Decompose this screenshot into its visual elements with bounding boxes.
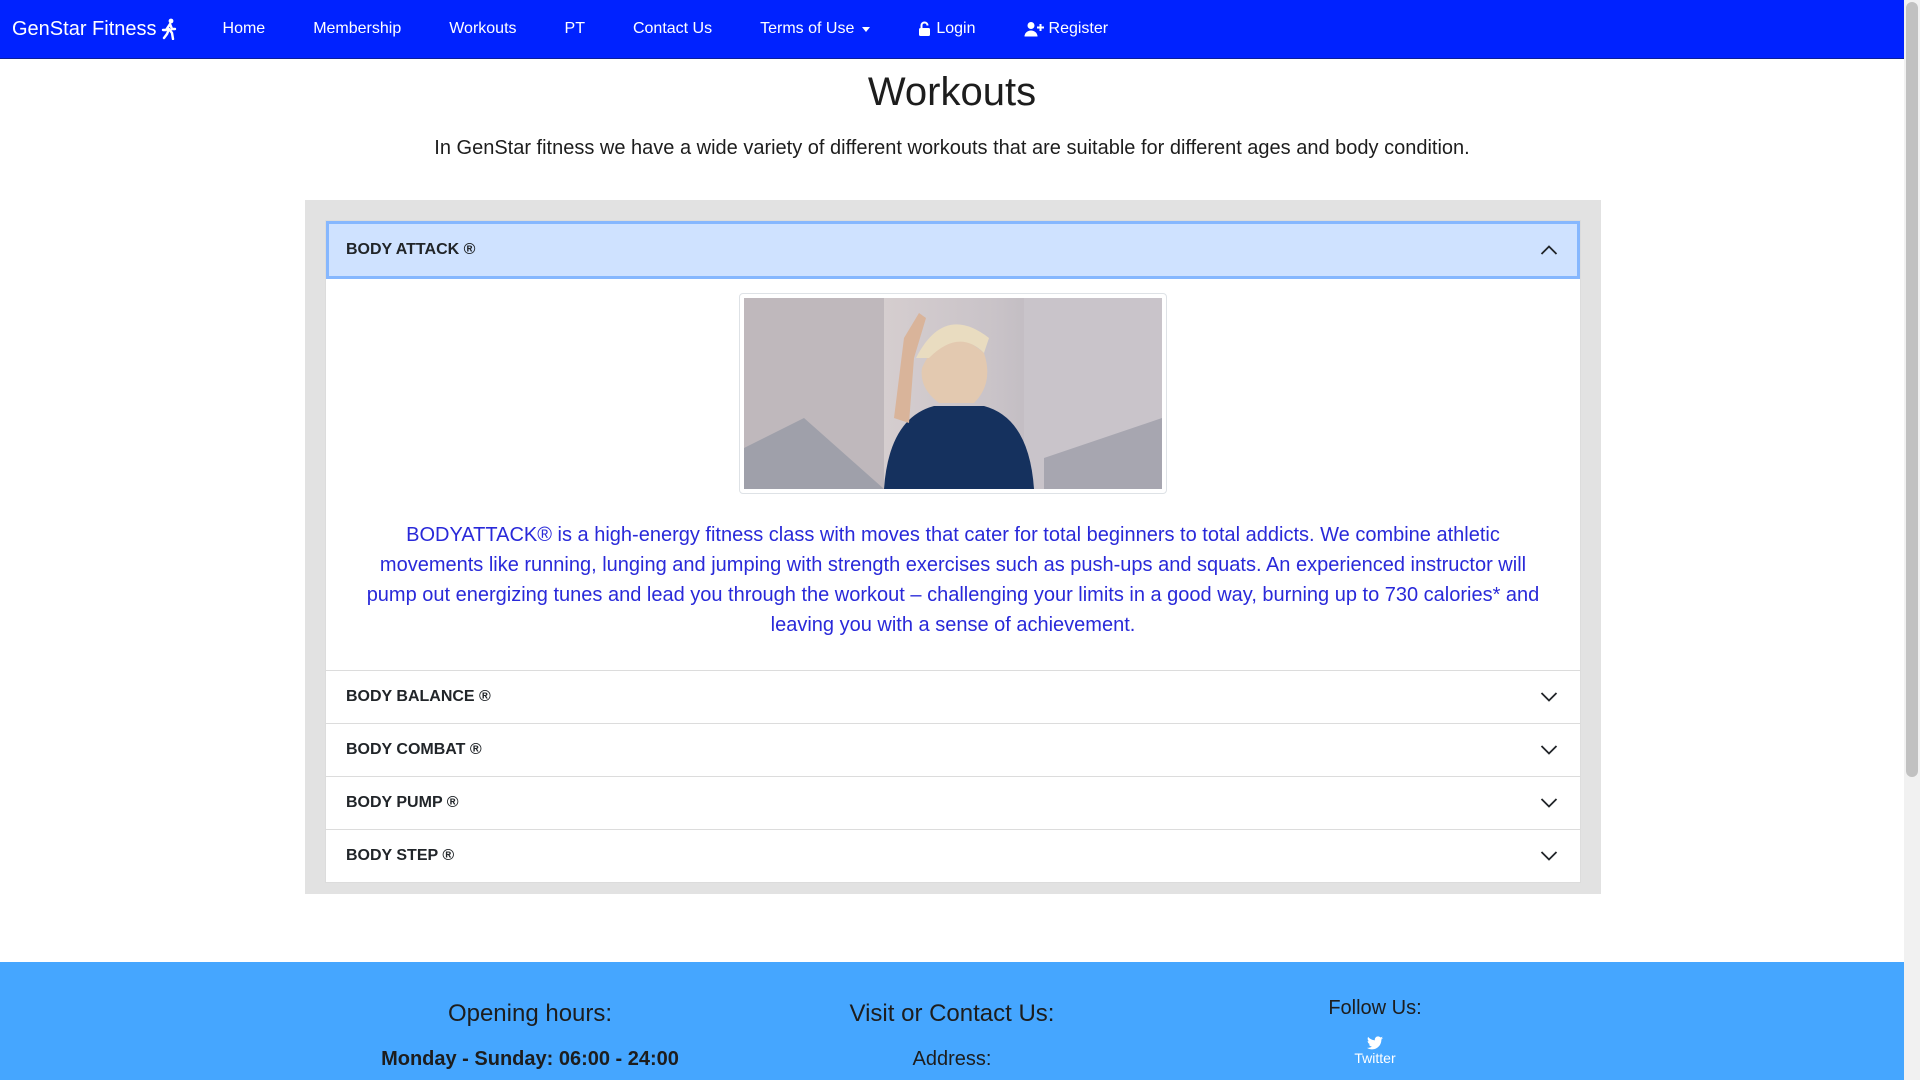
nav-membership[interactable]: Membership bbox=[313, 20, 401, 38]
nav-home-label: Home bbox=[222, 20, 266, 37]
brand-logo[interactable]: GenStar Fitness bbox=[12, 18, 177, 41]
accordion-header-body-balance[interactable]: BODY BALANCE ® bbox=[326, 671, 1580, 723]
nav-register[interactable]: Register bbox=[1024, 20, 1109, 38]
footer-follow: Follow Us: Twitter bbox=[1175, 997, 1575, 1066]
accordion-item-body-combat: BODY COMBAT ® bbox=[326, 724, 1580, 777]
footer-contact: Visit or Contact Us: Address: bbox=[752, 1000, 1152, 1071]
nav-workouts-label: Workouts bbox=[449, 20, 517, 37]
accordion-title: BODY COMBAT ® bbox=[346, 741, 482, 758]
twitter-label: Twitter bbox=[1354, 1050, 1396, 1066]
accordion-header-body-combat[interactable]: BODY COMBAT ® bbox=[326, 724, 1580, 776]
chevron-down-icon bbox=[1540, 692, 1558, 702]
nav-workouts[interactable]: Workouts bbox=[449, 20, 516, 38]
opening-hours-value: Monday - Sunday: 06:00 - 24:00 bbox=[381, 1048, 679, 1070]
site-footer: Opening hours: Monday - Sunday: 06:00 - … bbox=[0, 962, 1904, 1080]
nav-contact-us[interactable]: Contact Us bbox=[633, 20, 712, 38]
workout-image-frame bbox=[739, 293, 1167, 494]
accordion-item-body-pump: BODY PUMP ® bbox=[326, 777, 1580, 830]
address-label: Address: bbox=[912, 1048, 992, 1070]
accordion-header-body-pump[interactable]: BODY PUMP ® bbox=[326, 777, 1580, 829]
accordion-item-body-attack: BODY ATTACK ® BODYATTACK® is a high-ener… bbox=[326, 221, 1580, 671]
workouts-accordion-container: BODY ATTACK ® BODYATTACK® is a high-ener… bbox=[305, 200, 1601, 894]
chevron-up-icon bbox=[1540, 245, 1558, 255]
accordion-title: BODY STEP ® bbox=[346, 847, 455, 864]
body-attack-description: BODYATTACK® is a high-energy fitness cla… bbox=[366, 524, 1540, 636]
chevron-down-icon bbox=[1540, 798, 1558, 808]
contact-heading: Visit or Contact Us: bbox=[849, 1000, 1055, 1027]
accordion-header-body-step[interactable]: BODY STEP ® bbox=[326, 830, 1580, 882]
opening-hours-heading: Opening hours: bbox=[447, 1000, 613, 1027]
follow-heading: Follow Us: bbox=[1328, 997, 1422, 1019]
nav-login[interactable]: Login bbox=[918, 20, 976, 38]
scrollbar-thumb[interactable] bbox=[1906, 2, 1918, 777]
user-plus-icon bbox=[1024, 21, 1044, 37]
accordion-item-body-balance: BODY BALANCE ® bbox=[326, 671, 1580, 724]
workouts-accordion: BODY ATTACK ® BODYATTACK® is a high-ener… bbox=[325, 220, 1581, 883]
page-scrollbar[interactable] bbox=[1904, 0, 1920, 1080]
dropdown-caret-icon bbox=[862, 26, 871, 32]
top-navbar: GenStar Fitness Home Membership Workouts… bbox=[0, 0, 1904, 59]
nav-register-label: Register bbox=[1048, 20, 1109, 37]
twitter-icon bbox=[1367, 1036, 1383, 1050]
nav-login-label: Login bbox=[936, 20, 976, 37]
chevron-down-icon bbox=[1540, 745, 1558, 755]
accordion-item-body-step: BODY STEP ® bbox=[326, 830, 1580, 882]
accordion-title: BODY ATTACK ® bbox=[346, 241, 476, 258]
page-intro: In GenStar fitness we have a wide variet… bbox=[434, 137, 1470, 159]
twitter-link[interactable]: Twitter bbox=[1175, 1036, 1575, 1066]
accordion-title: BODY BALANCE ® bbox=[346, 688, 491, 705]
running-person-icon bbox=[161, 18, 176, 40]
nav-pt-label: PT bbox=[564, 20, 585, 37]
nav-terms-label: Terms of Use bbox=[760, 20, 855, 37]
nav-contact-label: Contact Us bbox=[632, 20, 713, 37]
accordion-title: BODY PUMP ® bbox=[346, 794, 459, 811]
nav-terms-dropdown[interactable]: Terms of Use bbox=[760, 20, 871, 38]
lock-icon bbox=[918, 21, 931, 37]
chevron-down-icon bbox=[1540, 851, 1558, 861]
accordion-body-body-attack: BODYATTACK® is a high-energy fitness cla… bbox=[326, 279, 1580, 670]
brand-name: GenStar Fitness bbox=[12, 17, 157, 40]
nav-home[interactable]: Home bbox=[223, 20, 266, 38]
nav-membership-label: Membership bbox=[313, 20, 402, 37]
accordion-header-body-attack[interactable]: BODY ATTACK ® bbox=[326, 221, 1580, 279]
page-title: Workouts bbox=[867, 70, 1037, 114]
footer-opening-hours: Opening hours: Monday - Sunday: 06:00 - … bbox=[330, 1000, 730, 1071]
body-attack-photo bbox=[744, 298, 1162, 489]
nav-pt[interactable]: PT bbox=[565, 20, 585, 38]
